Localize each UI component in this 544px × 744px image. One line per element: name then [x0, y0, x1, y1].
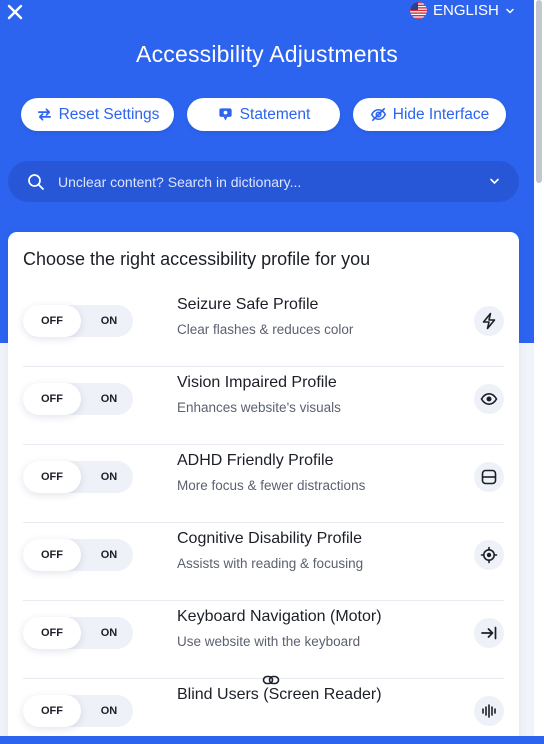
- toggle-off-option[interactable]: OFF: [23, 695, 81, 727]
- profile-row-keyboard-navigation: OFF ON Keyboard Navigation (Motor) Use w…: [23, 601, 504, 679]
- audio-bars-icon: [474, 696, 504, 726]
- toggle-on-option[interactable]: ON: [85, 383, 133, 415]
- accessibility-panel: ENGLISH Accessibility Adjustments Reset …: [0, 0, 534, 744]
- profile-name: Cognitive Disability Profile: [177, 530, 362, 547]
- toggle-off-option[interactable]: OFF: [23, 617, 81, 649]
- search-placeholder: Unclear content? Search in dictionary...: [58, 174, 302, 190]
- toggle-on-option[interactable]: ON: [85, 305, 133, 337]
- lightning-icon: [474, 306, 504, 336]
- language-selector[interactable]: ENGLISH: [410, 2, 515, 19]
- dictionary-search[interactable]: Unclear content? Search in dictionary...: [8, 161, 519, 202]
- profile-name: ADHD Friendly Profile: [177, 452, 334, 469]
- eye-off-icon: [370, 107, 386, 122]
- profile-toggle[interactable]: OFF ON: [23, 539, 133, 571]
- statement-label: Statement: [239, 105, 311, 123]
- profile-toggle[interactable]: OFF ON: [23, 383, 133, 415]
- profile-row-seizure-safe: OFF ON Seizure Safe Profile Clear flashe…: [23, 289, 504, 367]
- profile-name: Keyboard Navigation (Motor): [177, 608, 382, 625]
- chevron-down-icon: [490, 178, 499, 185]
- link-icon: [262, 675, 280, 685]
- toggle-on-option[interactable]: ON: [85, 461, 133, 493]
- reset-settings-button[interactable]: Reset Settings: [21, 98, 174, 131]
- toggle-on-option[interactable]: ON: [85, 539, 133, 571]
- profile-description: Use website with the keyboard: [177, 634, 361, 649]
- arrow-to-line-icon: [474, 618, 504, 648]
- chevron-down-icon: [506, 8, 514, 14]
- target-icon: [474, 540, 504, 570]
- profile-row-vision-impaired: OFF ON Vision Impaired Profile Enhances …: [23, 367, 504, 445]
- hide-interface-label: Hide Interface: [392, 105, 490, 123]
- reset-settings-label: Reset Settings: [58, 105, 160, 123]
- profile-toggle[interactable]: OFF ON: [23, 617, 133, 649]
- statement-button[interactable]: Statement: [187, 98, 340, 131]
- statement-chat-icon: [219, 108, 232, 121]
- toggle-off-option[interactable]: OFF: [23, 539, 81, 571]
- toggle-off-option[interactable]: OFF: [23, 305, 81, 337]
- toggle-off-option[interactable]: OFF: [23, 461, 81, 493]
- close-icon: [7, 4, 23, 20]
- profile-description: Assists with reading & focusing: [177, 556, 364, 571]
- profile-description: Clear flashes & reduces color: [177, 322, 354, 337]
- close-button[interactable]: [6, 3, 24, 21]
- profiles-card-title: Choose the right accessibility profile f…: [23, 249, 371, 269]
- profile-name: Vision Impaired Profile: [177, 374, 337, 391]
- toggle-on-option[interactable]: ON: [85, 617, 133, 649]
- us-flag-icon: [410, 2, 427, 19]
- bottom-bar: [0, 736, 544, 744]
- profile-description: More focus & fewer distractions: [177, 478, 366, 493]
- toggle-off-option[interactable]: OFF: [23, 383, 81, 415]
- reset-arrows-icon: [37, 108, 51, 121]
- toggle-on-option[interactable]: ON: [85, 695, 133, 727]
- focus-frame-icon: [474, 462, 504, 492]
- profile-toggle[interactable]: OFF ON: [23, 305, 133, 337]
- language-label: ENGLISH: [433, 2, 499, 19]
- profile-row-adhd-friendly: OFF ON ADHD Friendly Profile More focus …: [23, 445, 504, 523]
- profiles-card: Choose the right accessibility profile f…: [8, 232, 519, 744]
- profile-toggle[interactable]: OFF ON: [23, 461, 133, 493]
- profile-description: Enhances website's visuals: [177, 400, 341, 415]
- hide-interface-button[interactable]: Hide Interface: [353, 98, 506, 131]
- profile-row-cognitive-disability: OFF ON Cognitive Disability Profile Assi…: [23, 523, 504, 601]
- profile-name: Seizure Safe Profile: [177, 296, 319, 313]
- eye-icon: [474, 384, 504, 414]
- profile-toggle[interactable]: OFF ON: [23, 695, 133, 727]
- scrollbar-thumb[interactable]: [536, 0, 542, 183]
- panel-title: Accessibility Adjustments: [136, 41, 398, 67]
- search-icon: [28, 174, 44, 190]
